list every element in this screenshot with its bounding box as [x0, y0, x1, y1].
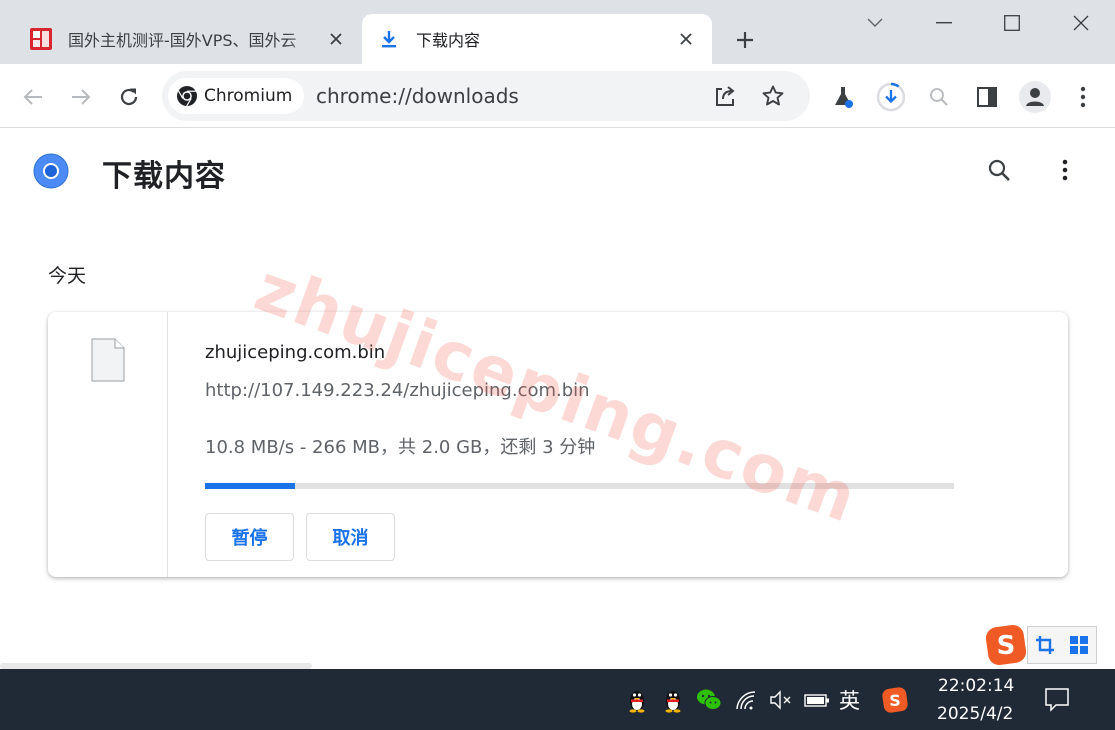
pause-button[interactable]: 暂停 [205, 513, 294, 561]
clock-time[interactable]: 22:02:14 [938, 676, 1014, 696]
ime-language-indicator[interactable]: 英 [839, 685, 860, 715]
chromium-logo-icon [33, 153, 69, 189]
sogou-logo-icon[interactable]: S [985, 624, 1027, 666]
forward-icon[interactable] [64, 80, 98, 114]
downloads-progress-icon[interactable] [874, 80, 908, 114]
new-tab-button[interactable] [730, 26, 760, 54]
share-icon[interactable] [708, 79, 742, 113]
tab-strip: 国外主机测评-国外VPS、国外云 下载内容 [0, 0, 1115, 64]
tab-title: 国外主机测评-国外VPS、国外云 [68, 31, 297, 50]
file-source-url[interactable]: http://107.149.223.24/zhujiceping.com.bi… [205, 380, 590, 401]
close-window-icon[interactable] [1061, 8, 1101, 38]
download-progress-bar [205, 483, 954, 489]
file-name[interactable]: zhujiceping.com.bin [205, 342, 385, 363]
crop-icon[interactable] [1035, 635, 1055, 655]
reload-icon[interactable] [112, 80, 146, 114]
tab-search-chevron-icon[interactable] [855, 8, 895, 38]
sogou-ime-widget[interactable]: S [985, 624, 1097, 666]
search-downloads-icon[interactable] [982, 153, 1016, 187]
download-progress-fill [205, 483, 295, 489]
download-arrow-icon [376, 26, 402, 52]
tab-zhujiceping[interactable]: 国外主机测评-国外VPS、国外云 [14, 14, 362, 64]
close-tab-icon[interactable] [674, 27, 698, 51]
download-status-text: 10.8 MB/s - 266 MB，共 2.0 GB，还剩 3 分钟 [205, 437, 596, 458]
file-icon [91, 338, 125, 382]
svg-text:S: S [889, 691, 901, 710]
side-panel-icon[interactable] [970, 80, 1004, 114]
notification-center-icon[interactable] [1043, 686, 1071, 714]
volume-muted-icon[interactable] [768, 687, 794, 713]
minimize-icon[interactable] [924, 8, 964, 38]
svg-text:S: S [997, 631, 1016, 661]
chromium-logo-icon [176, 85, 198, 107]
sogou-toolbar [1027, 626, 1097, 664]
wifi-icon[interactable] [733, 687, 759, 713]
cancel-button[interactable]: 取消 [306, 513, 395, 561]
browser-menu-icon[interactable] [1066, 80, 1100, 114]
qq-penguin-icon[interactable] [660, 687, 686, 713]
qq-penguin-icon[interactable] [624, 687, 650, 713]
windows-taskbar: 英 S 22:02:14 2025/4/2 [0, 669, 1115, 730]
maximize-icon[interactable] [992, 8, 1032, 38]
tab-downloads[interactable]: 下载内容 [362, 14, 712, 64]
file-icon-column [48, 312, 168, 577]
close-tab-icon[interactable] [324, 27, 348, 51]
labs-flask-icon[interactable] [826, 80, 860, 114]
back-icon[interactable] [16, 80, 50, 114]
profile-avatar-icon[interactable] [1018, 80, 1052, 114]
zoom-search-icon[interactable] [922, 80, 956, 114]
sogou-tray-icon[interactable]: S [882, 687, 908, 713]
page-title: 下载内容 [102, 159, 226, 194]
tab-title: 下载内容 [416, 31, 481, 50]
clock-date[interactable]: 2025/4/2 [937, 704, 1013, 724]
url-text[interactable]: chrome://downloads [316, 84, 519, 108]
omnibox[interactable]: Chromium chrome://downloads [162, 71, 810, 121]
date-heading: 今天 [48, 265, 87, 287]
browser-toolbar: Chromium chrome://downloads [0, 64, 1115, 128]
bookmark-star-icon[interactable] [756, 79, 790, 113]
downloads-page: 下载内容 今天 zhujiceping.com.bin http://107.1… [0, 129, 1115, 669]
site-chip[interactable]: Chromium [168, 78, 305, 114]
wechat-icon[interactable] [696, 687, 722, 713]
site-chip-label: Chromium [204, 86, 293, 106]
grid-apps-icon[interactable] [1069, 635, 1089, 655]
more-actions-icon[interactable] [1048, 153, 1082, 187]
red-seal-favicon [28, 26, 54, 52]
download-item-card: zhujiceping.com.bin http://107.149.223.2… [48, 312, 1068, 577]
battery-icon[interactable] [804, 687, 830, 713]
